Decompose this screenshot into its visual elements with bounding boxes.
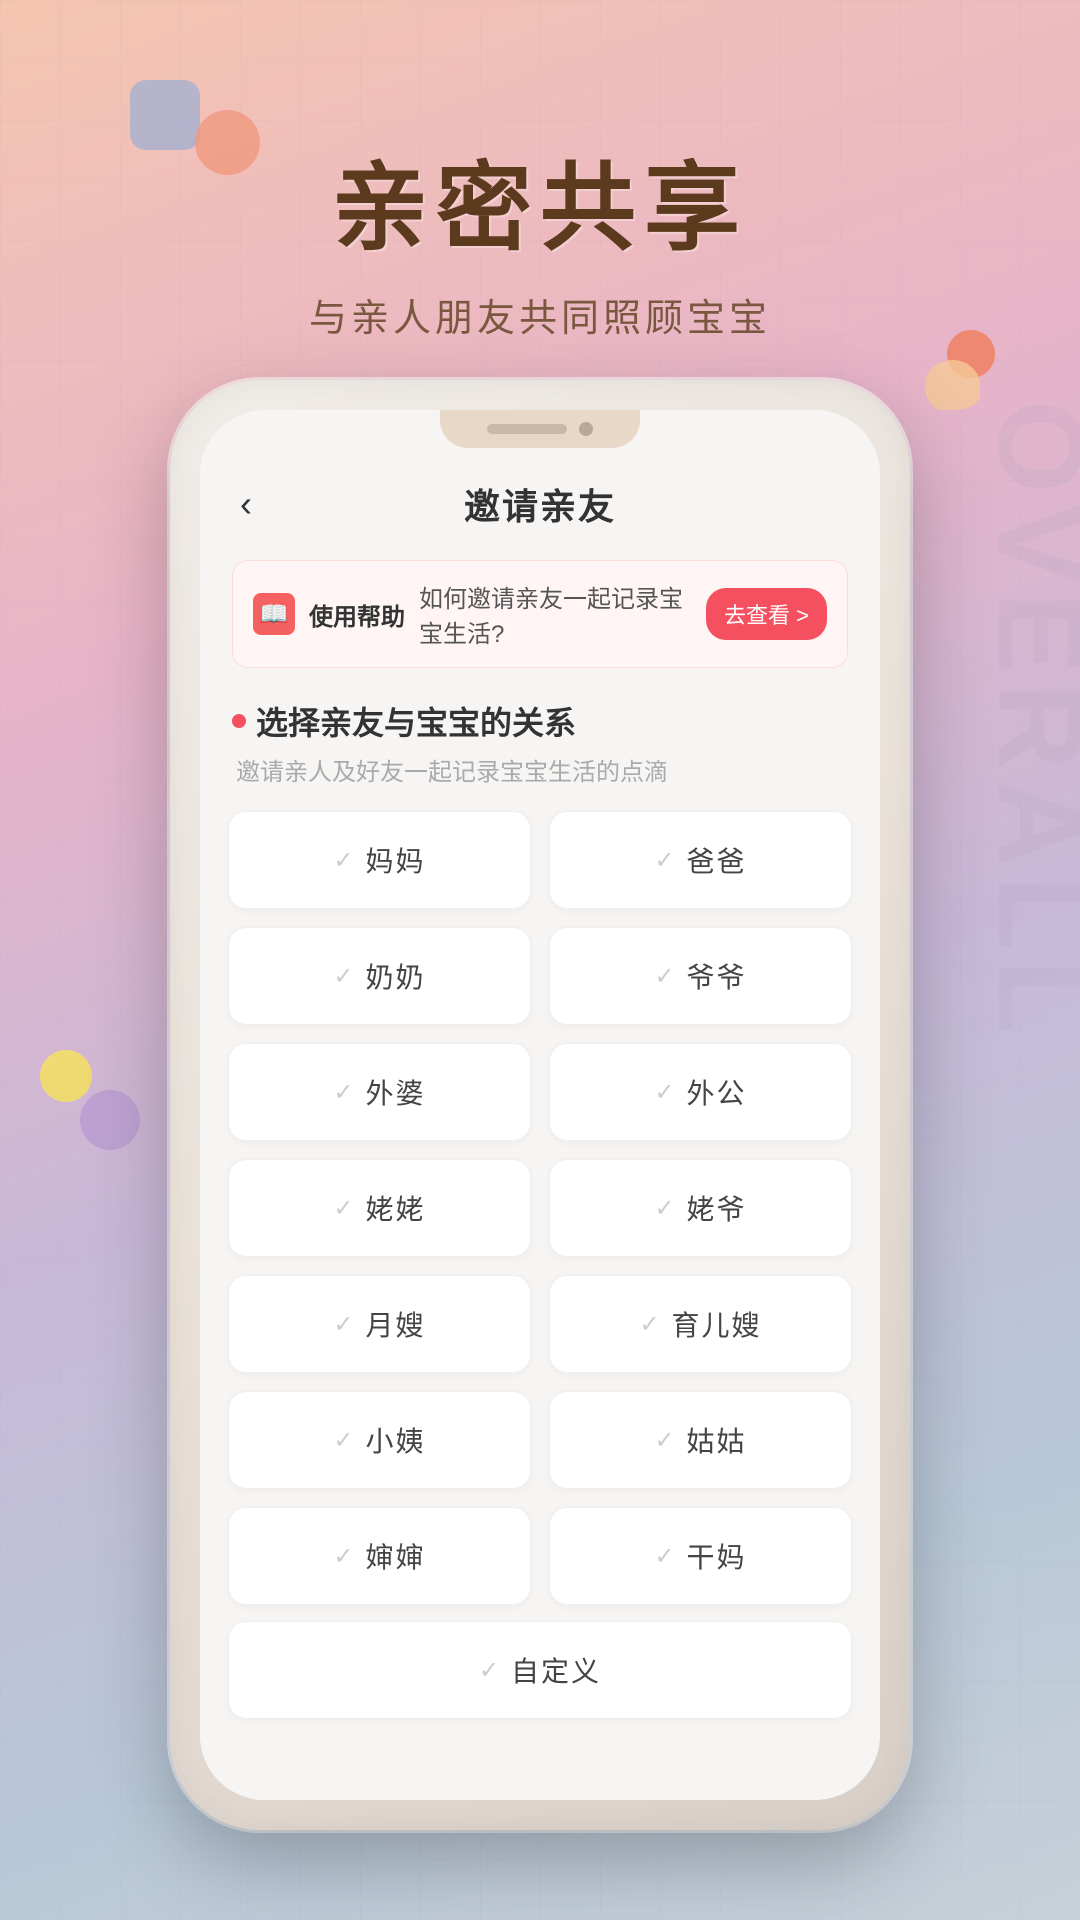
phone-inner: ‹ 邀请亲友 📖 使用帮助 如何邀请亲友一起记录宝宝生活? 去查看 > xyxy=(200,410,880,1800)
relation-name: 外婆 xyxy=(366,1072,426,1112)
relation-check-icon: ✓ xyxy=(333,1310,353,1339)
relation-item-nainai[interactable]: ✓ 奶奶 xyxy=(228,927,531,1025)
relation-name: 奶奶 xyxy=(366,956,426,996)
relation-check-icon: ✓ xyxy=(654,1542,674,1571)
relation-check-icon: ✓ xyxy=(333,846,353,875)
back-button[interactable]: ‹ xyxy=(240,483,252,525)
screen-content: ‹ 邀请亲友 📖 使用帮助 如何邀请亲友一起记录宝宝生活? 去查看 > xyxy=(200,448,880,1800)
relation-check-icon: ✓ xyxy=(654,1426,674,1455)
page-title: 邀请亲友 xyxy=(464,478,616,530)
notch-speaker xyxy=(487,424,567,434)
section-title-text: 选择亲友与宝宝的关系 xyxy=(256,698,576,744)
relation-check-icon: ✓ xyxy=(333,1078,353,1107)
help-icon-symbol: 📖 xyxy=(259,600,289,629)
relation-name: 小姨 xyxy=(366,1420,426,1460)
nav-bar: ‹ 邀请亲友 xyxy=(200,448,880,550)
phone-notch xyxy=(440,410,640,448)
relation-check-icon: ✓ xyxy=(654,962,674,991)
relation-check-icon: ✓ xyxy=(654,846,674,875)
relation-item-waipo[interactable]: ✓ 外婆 xyxy=(228,1043,531,1141)
relation-name: 育儿嫂 xyxy=(672,1304,762,1344)
section-title: 选择亲友与宝宝的关系 xyxy=(232,698,848,744)
relation-item-gugu[interactable]: ✓ 姑姑 xyxy=(549,1391,852,1489)
relation-check-icon: ✓ xyxy=(333,962,353,991)
relation-item-ganma[interactable]: ✓ 干妈 xyxy=(549,1507,852,1605)
relation-item-xiaoyue[interactable]: ✓ 小姨 xyxy=(228,1391,531,1489)
relation-check-icon: ✓ xyxy=(333,1194,353,1223)
relation-name: 婶婶 xyxy=(366,1536,426,1576)
relation-item-yuersao[interactable]: ✓ 育儿嫂 xyxy=(549,1275,852,1373)
section-header: 选择亲友与宝宝的关系 邀请亲人及好友一起记录宝宝生活的点滴 xyxy=(200,688,880,795)
relation-item-waigong[interactable]: ✓ 外公 xyxy=(549,1043,852,1141)
help-label: 使用帮助 xyxy=(309,597,405,632)
relation-item-mama[interactable]: ✓ 妈妈 xyxy=(228,811,531,909)
relation-item-yeye[interactable]: ✓ 爷爷 xyxy=(549,927,852,1025)
main-title: 亲密共享 xyxy=(0,130,1080,269)
section-subtitle: 邀请亲人及好友一起记录宝宝生活的点滴 xyxy=(232,752,848,787)
relation-name: 妈妈 xyxy=(366,840,426,880)
relation-item-baba[interactable]: ✓ 爸爸 xyxy=(549,811,852,909)
help-button[interactable]: 去查看 > xyxy=(706,588,827,640)
help-text: 如何邀请亲友一起记录宝宝生活? xyxy=(419,579,692,649)
notch-camera xyxy=(579,422,593,436)
custom-item[interactable]: ✓ 自定义 xyxy=(228,1621,852,1719)
relation-grid: ✓ 妈妈 ✓ 爸爸 ✓ 奶奶 ✓ 爷爷 ✓ 外婆 ✓ 外公 ✓ 姥姥 ✓ 姥爷 … xyxy=(200,795,880,1621)
deco-yellow-circle xyxy=(40,1050,92,1102)
relation-name: 爸爸 xyxy=(687,840,747,880)
phone-outer: ‹ 邀请亲友 📖 使用帮助 如何邀请亲友一起记录宝宝生活? 去查看 > xyxy=(170,380,910,1830)
deco-purple-circle xyxy=(80,1090,140,1150)
help-banner: 📖 使用帮助 如何邀请亲友一起记录宝宝生活? 去查看 > xyxy=(232,560,848,668)
phone-mockup: ‹ 邀请亲友 📖 使用帮助 如何邀请亲友一起记录宝宝生活? 去查看 > xyxy=(170,380,910,1830)
help-icon: 📖 xyxy=(253,593,295,635)
relation-item-jiaojiao[interactable]: ✓ 姥姥 xyxy=(228,1159,531,1257)
sub-title: 与亲人朋友共同照顾宝宝 xyxy=(0,287,1080,342)
relation-name: 姑姑 xyxy=(687,1420,747,1460)
relation-name: 月嫂 xyxy=(366,1304,426,1344)
relation-check-icon: ✓ xyxy=(639,1310,659,1339)
relation-name: 爷爷 xyxy=(687,956,747,996)
relation-name: 姥爷 xyxy=(687,1188,747,1228)
relation-check-icon: ✓ xyxy=(333,1542,353,1571)
custom-check-icon: ✓ xyxy=(479,1656,499,1685)
title-dot xyxy=(232,714,246,728)
relation-check-icon: ✓ xyxy=(654,1194,674,1223)
relation-check-icon: ✓ xyxy=(654,1078,674,1107)
relation-check-icon: ✓ xyxy=(333,1426,353,1455)
relation-item-jiaoye[interactable]: ✓ 姥爷 xyxy=(549,1159,852,1257)
relation-name: 干妈 xyxy=(687,1536,747,1576)
relation-name: 外公 xyxy=(687,1072,747,1112)
deco-peach-blob xyxy=(925,360,980,410)
watermark: OVERALL xyxy=(980,400,1080,1043)
relation-item-yuesao[interactable]: ✓ 月嫂 xyxy=(228,1275,531,1373)
relation-name: 姥姥 xyxy=(366,1188,426,1228)
relation-item-bianbian[interactable]: ✓ 婶婶 xyxy=(228,1507,531,1605)
title-area: 亲密共享 与亲人朋友共同照顾宝宝 xyxy=(0,130,1080,342)
custom-name: 自定义 xyxy=(511,1650,601,1690)
